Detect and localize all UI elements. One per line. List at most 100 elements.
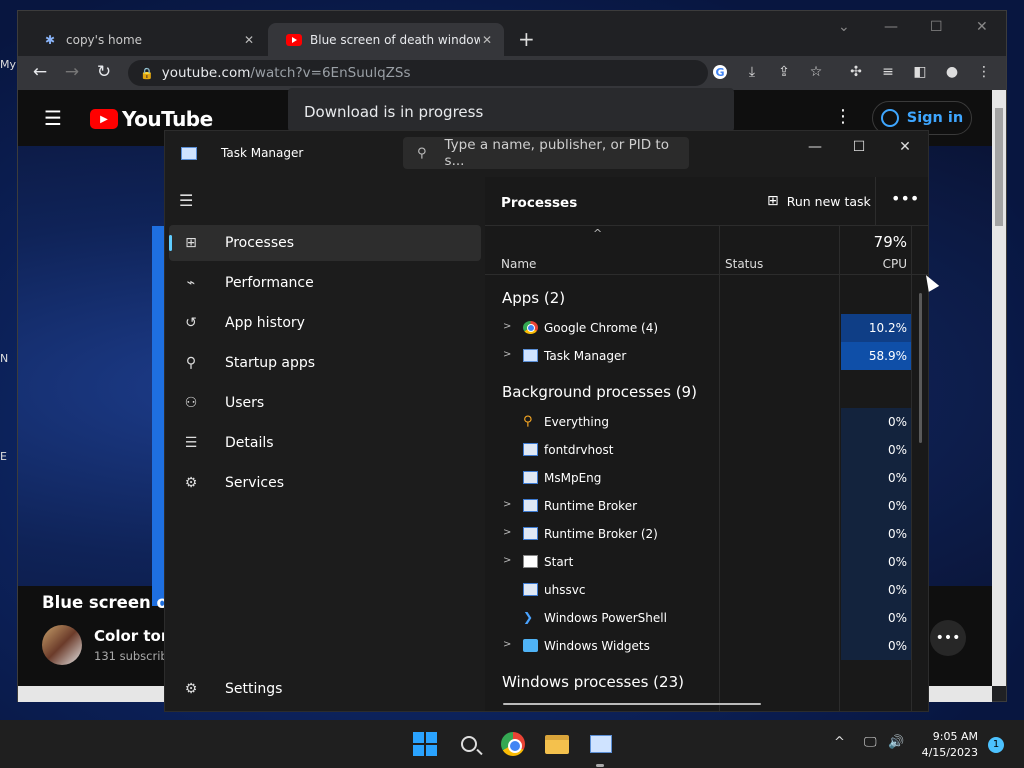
maximize-button[interactable]: ☐ bbox=[849, 139, 869, 155]
run-new-task-button[interactable]: ⊞ Run new task bbox=[767, 193, 871, 209]
close-icon[interactable]: ✕ bbox=[480, 33, 494, 47]
page-vertical-scrollbar[interactable] bbox=[992, 90, 1006, 686]
expand-chevron-icon[interactable]: > bbox=[503, 555, 511, 566]
search-placeholder: Type a name, publisher, or PID to s... bbox=[444, 137, 669, 169]
download-icon[interactable]: ⤓ bbox=[742, 64, 762, 80]
nav-services[interactable]: ⚙ Services bbox=[169, 465, 481, 501]
start-button[interactable] bbox=[411, 730, 439, 758]
process-row-msmpeng[interactable]: MsMpEng 0% bbox=[485, 464, 915, 492]
media-queue-icon[interactable]: ≡ bbox=[878, 64, 898, 80]
everything-icon: ⚲ bbox=[523, 414, 533, 429]
nav-details[interactable]: ☰ Details bbox=[169, 425, 481, 461]
process-row-runtime-broker[interactable]: > Runtime Broker 0% bbox=[485, 492, 915, 520]
search-icon bbox=[461, 736, 477, 752]
more-options-icon[interactable]: ⋮ bbox=[834, 106, 852, 127]
process-row-google-chrome[interactable]: > Google Chrome (4) 10.2% bbox=[485, 314, 915, 342]
reload-button[interactable]: ↻ bbox=[93, 62, 115, 82]
close-window-button[interactable]: ✕ bbox=[895, 139, 915, 155]
nav-startup-apps[interactable]: ⚲ Startup apps bbox=[169, 345, 481, 381]
toolbar-divider bbox=[875, 177, 876, 225]
process-cpu: 10.2% bbox=[841, 314, 911, 342]
task-manager-sidebar: ☰ ⊞ Processes ⌁ Performance ↺ App histor… bbox=[165, 177, 485, 711]
process-name: fontdrvhost bbox=[544, 443, 614, 457]
process-row-uhssvc[interactable]: uhssvc 0% bbox=[485, 576, 915, 604]
google-lens-icon[interactable]: G bbox=[710, 64, 730, 84]
video-title: Blue screen of bbox=[42, 593, 176, 612]
new-tab-button[interactable]: + bbox=[518, 27, 535, 51]
process-name: Task Manager bbox=[544, 349, 627, 363]
close-window-button[interactable]: ✕ bbox=[976, 19, 988, 35]
nav-app-history[interactable]: ↺ App history bbox=[169, 305, 481, 341]
scrollbar-thumb[interactable] bbox=[995, 108, 1003, 226]
nav-label: Services bbox=[225, 475, 285, 491]
desktop-icon-label[interactable]: N bbox=[0, 352, 18, 368]
bookmark-star-icon[interactable]: ☆ bbox=[806, 64, 826, 80]
expand-chevron-icon[interactable]: > bbox=[503, 349, 511, 360]
column-header-name[interactable]: Name bbox=[501, 257, 536, 271]
system-clock[interactable]: 9:05 AM 4/15/2023 bbox=[916, 729, 978, 761]
group-header-background: Background processes (9) bbox=[502, 383, 697, 401]
extensions-icon[interactable]: ✣ bbox=[846, 64, 866, 80]
desktop-icon-label[interactable]: E bbox=[0, 450, 18, 466]
taskbar-chrome[interactable] bbox=[499, 730, 527, 758]
nav-users[interactable]: ⚇ Users bbox=[169, 385, 481, 421]
column-header-status[interactable]: Status bbox=[725, 257, 763, 271]
process-row-task-manager[interactable]: > Task Manager 58.9% bbox=[485, 342, 915, 370]
process-search-input[interactable]: ⚲ Type a name, publisher, or PID to s... bbox=[403, 137, 689, 169]
desktop-icon-label[interactable]: My bbox=[0, 58, 18, 74]
maximize-button[interactable]: ☐ bbox=[930, 19, 943, 35]
hamburger-menu-icon[interactable]: ☰ bbox=[44, 106, 62, 130]
sort-ascending-icon[interactable]: ^ bbox=[593, 227, 602, 240]
expand-chevron-icon[interactable]: > bbox=[503, 499, 511, 510]
address-bar[interactable]: 🔒 youtube.com/watch?v=6EnSuulqZSs bbox=[128, 60, 708, 86]
process-name: MsMpEng bbox=[544, 471, 602, 485]
avatar[interactable] bbox=[42, 625, 82, 665]
process-list-horizontal-scrollbar[interactable] bbox=[503, 703, 761, 705]
nav-label: Settings bbox=[225, 681, 283, 697]
nav-performance[interactable]: ⌁ Performance bbox=[169, 265, 481, 301]
taskbar-file-explorer[interactable] bbox=[543, 730, 571, 758]
notification-badge[interactable]: 1 bbox=[988, 737, 1004, 753]
minimize-button[interactable]: — bbox=[805, 139, 825, 155]
network-icon[interactable]: 🖵 bbox=[864, 735, 877, 750]
youtube-logo[interactable]: ▶ YouTube bbox=[90, 107, 213, 131]
expand-chevron-icon[interactable]: > bbox=[503, 527, 511, 538]
process-list-scrollbar[interactable] bbox=[919, 293, 922, 443]
taskbar-task-manager[interactable] bbox=[587, 730, 615, 758]
hamburger-menu-icon[interactable]: ☰ bbox=[179, 191, 193, 210]
process-row-runtime-broker-2[interactable]: > Runtime Broker (2) 0% bbox=[485, 520, 915, 548]
process-row-windows-powershell[interactable]: ❯ Windows PowerShell 0% bbox=[485, 604, 915, 632]
forward-button[interactable]: → bbox=[61, 62, 83, 82]
nav-processes[interactable]: ⊞ Processes bbox=[169, 225, 481, 261]
process-row-windows-widgets[interactable]: > Windows Widgets 0% bbox=[485, 632, 915, 660]
close-icon[interactable]: ✕ bbox=[242, 33, 256, 47]
expand-chevron-icon[interactable]: > bbox=[503, 321, 511, 332]
process-cpu: 0% bbox=[841, 576, 911, 604]
more-options-icon[interactable]: ••• bbox=[891, 189, 919, 208]
process-row-everything[interactable]: ⚲ Everything 0% bbox=[485, 408, 915, 436]
divider bbox=[485, 274, 928, 275]
side-panel-icon[interactable]: ◧ bbox=[910, 64, 930, 80]
search-button[interactable] bbox=[455, 730, 483, 758]
share-icon[interactable]: ⇪ bbox=[774, 64, 794, 80]
process-row-start[interactable]: > Start 0% bbox=[485, 548, 915, 576]
tab-copys-home[interactable]: ✱ copy's home ✕ bbox=[24, 23, 266, 56]
url-path: /watch?v=6EnSuulqZSs bbox=[250, 65, 411, 81]
process-row-fontdrvhost[interactable]: fontdrvhost 0% bbox=[485, 436, 915, 464]
minimize-button[interactable]: — bbox=[884, 19, 898, 35]
chrome-menu-icon[interactable]: ⋮ bbox=[974, 64, 994, 80]
chevron-down-icon[interactable]: ⌄ bbox=[838, 19, 850, 35]
column-header-cpu[interactable]: CPU bbox=[839, 257, 907, 271]
expand-chevron-icon[interactable]: > bbox=[503, 639, 511, 650]
tab-youtube[interactable]: Blue screen of death window10 ( ✕ bbox=[268, 23, 504, 56]
nav-settings[interactable]: ⚙ Settings bbox=[169, 671, 481, 707]
more-actions-button[interactable]: ••• bbox=[930, 620, 966, 656]
process-name: Google Chrome (4) bbox=[544, 321, 659, 335]
nav-label: Performance bbox=[225, 275, 314, 291]
back-button[interactable]: ← bbox=[29, 62, 51, 82]
volume-icon[interactable]: 🔊 bbox=[888, 735, 904, 750]
show-hidden-icons-chevron-icon[interactable]: ^ bbox=[834, 735, 845, 750]
process-cpu: 0% bbox=[841, 604, 911, 632]
profile-icon[interactable]: ● bbox=[942, 64, 962, 80]
process-name: Runtime Broker bbox=[544, 499, 638, 513]
